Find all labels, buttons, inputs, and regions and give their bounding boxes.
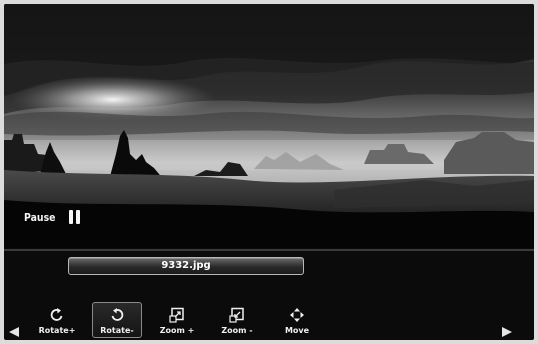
photo-viewer-screen: Pause 9332.jpg Rotate+ Rotate- Zoom + Zo… <box>4 4 534 340</box>
zoom-in-button[interactable]: Zoom + <box>152 302 202 338</box>
pause-indicator[interactable]: Pause <box>24 210 81 224</box>
arrow-left-icon[interactable] <box>8 326 20 338</box>
photo-display <box>4 4 534 248</box>
rotate-minus-button[interactable]: Rotate- <box>92 302 142 338</box>
filename-label: 9332.jpg <box>161 260 211 271</box>
move-icon <box>290 308 304 322</box>
rotate-counterclockwise-icon <box>111 308 124 321</box>
filename-bar: 9332.jpg <box>68 257 304 275</box>
zoom-out-label: Zoom - <box>221 326 253 335</box>
arrow-right-icon[interactable] <box>501 326 513 338</box>
move-label: Move <box>284 326 310 335</box>
zoom-in-label: Zoom + <box>159 326 195 335</box>
rotate-minus-label: Rotate- <box>100 326 134 335</box>
rotate-plus-button[interactable]: Rotate+ <box>32 302 82 338</box>
pause-label: Pause <box>24 210 56 224</box>
rotate-plus-label: Rotate+ <box>38 326 76 335</box>
zoom-out-icon <box>229 307 244 323</box>
rotate-clockwise-icon <box>50 308 63 321</box>
divider <box>4 249 534 251</box>
zoom-out-button[interactable]: Zoom - <box>212 302 262 338</box>
zoom-in-icon <box>169 307 184 323</box>
landscape-photo <box>4 4 534 248</box>
move-button[interactable]: Move <box>272 302 322 338</box>
toolbar: Rotate+ Rotate- Zoom + Zoom - Move <box>32 302 322 338</box>
pause-icon <box>69 210 81 224</box>
